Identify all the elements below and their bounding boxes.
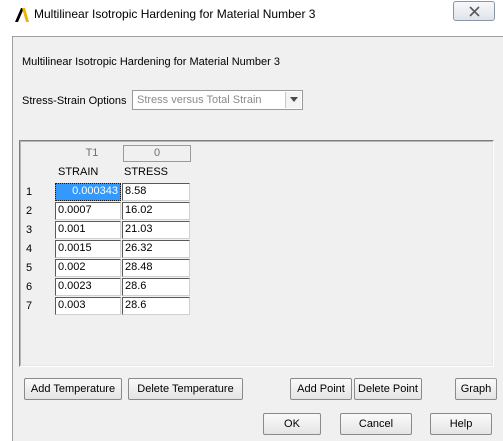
stress-strain-options-select[interactable]: Stress versus Total Strain — [132, 90, 303, 110]
temperature-label: T1 — [85, 147, 99, 159]
stress-column-header: STRESS — [124, 166, 169, 178]
delete-point-button[interactable]: Delete Point — [354, 378, 422, 400]
row-index: 2 — [26, 205, 33, 217]
table-row: 2 0.0007 16.02 — [22, 202, 192, 220]
dialog-heading: Multilinear Isotropic Hardening for Mate… — [22, 56, 280, 68]
stress-cell[interactable]: 28.48 — [122, 259, 190, 277]
strain-cell[interactable]: 0.0023 — [55, 278, 121, 296]
add-point-button[interactable]: Add Point — [290, 378, 352, 400]
ok-button[interactable]: OK — [263, 413, 321, 435]
help-button[interactable]: Help — [430, 413, 492, 435]
window-title: Multilinear Isotropic Hardening for Mate… — [34, 7, 316, 21]
row-index: 1 — [26, 186, 33, 198]
stress-cell[interactable]: 26.32 — [122, 240, 190, 258]
row-index: 7 — [26, 300, 33, 312]
close-icon — [469, 6, 480, 17]
title-bar: Multilinear Isotropic Hardening for Mate… — [0, 0, 503, 30]
table-row: 1 0.000343 8.58 — [22, 183, 192, 201]
stress-cell[interactable]: 28.6 — [122, 278, 190, 296]
row-index: 5 — [26, 262, 33, 274]
strain-column-header: STRAIN — [58, 166, 99, 178]
strain-cell[interactable]: 0.003 — [55, 297, 121, 315]
stress-strain-options-value: Stress versus Total Strain — [137, 94, 262, 106]
row-index: 6 — [26, 281, 33, 293]
strain-cell[interactable]: 0.002 — [55, 259, 121, 277]
table-row: 5 0.002 28.48 — [22, 259, 192, 277]
table-row: 4 0.0015 26.32 — [22, 240, 192, 258]
add-temperature-button[interactable]: Add Temperature — [24, 378, 122, 400]
ansys-logo-icon — [14, 7, 30, 23]
row-index: 4 — [26, 243, 33, 255]
cancel-button[interactable]: Cancel — [340, 413, 412, 435]
strain-cell[interactable]: 0.000343 — [55, 183, 121, 201]
stress-cell[interactable]: 28.6 — [122, 297, 190, 315]
temperature-field[interactable]: 0 — [123, 145, 191, 162]
dropdown-button[interactable] — [285, 92, 301, 108]
table-row: 7 0.003 28.6 — [22, 297, 192, 315]
strain-cell[interactable]: 0.0007 — [55, 202, 121, 220]
stress-strain-options-label: Stress-Strain Options — [22, 95, 127, 107]
graph-button[interactable]: Graph — [455, 378, 497, 400]
row-index: 3 — [26, 224, 33, 236]
delete-temperature-button[interactable]: Delete Temperature — [128, 378, 243, 400]
table-row: 6 0.0023 28.6 — [22, 278, 192, 296]
table-row: 3 0.001 21.03 — [22, 221, 192, 239]
strain-cell[interactable]: 0.0015 — [55, 240, 121, 258]
stress-cell[interactable]: 21.03 — [122, 221, 190, 239]
stress-cell[interactable]: 8.58 — [122, 183, 190, 201]
close-button[interactable] — [453, 1, 495, 21]
strain-cell[interactable]: 0.001 — [55, 221, 121, 239]
stress-cell[interactable]: 16.02 — [122, 202, 190, 220]
chevron-down-icon — [290, 97, 298, 102]
